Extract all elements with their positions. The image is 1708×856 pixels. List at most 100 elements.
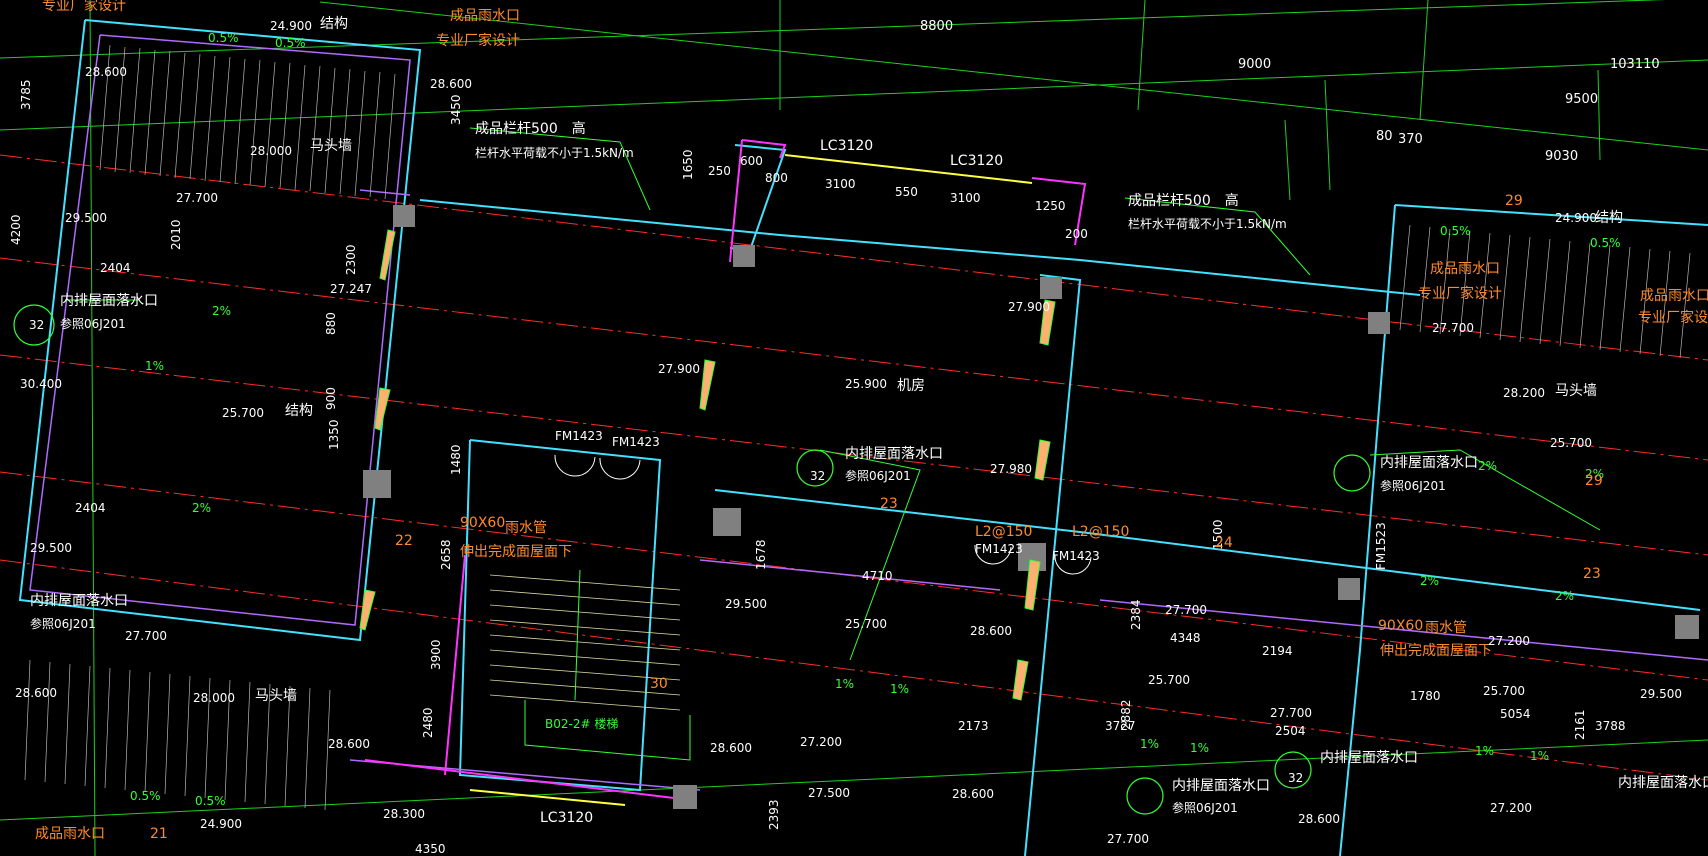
- note-rain-outlet-4: 成品雨水口: [35, 826, 105, 842]
- slope-q: 1%: [1190, 741, 1209, 755]
- slope-h: 0.5%: [1440, 224, 1471, 238]
- note-railing-1: 成品栏杆500 高: [475, 120, 586, 137]
- elev-24900a: 24.900: [270, 19, 312, 33]
- note-vendor-design-1: 专业厂家设计: [42, 0, 126, 14]
- elev-28000a: 28.000: [250, 144, 292, 158]
- axis-grid: [0, 0, 1708, 856]
- callout-number-2: 32: [810, 469, 825, 483]
- slope-r: 1%: [1475, 744, 1494, 758]
- note-ref-2: 参照06J201: [845, 468, 911, 483]
- cad-drawing-canvas[interactable]: 8800 9000 9500 103110 9030 80 370 3785 4…: [0, 0, 1708, 856]
- dim-4348: 4348: [1170, 631, 1201, 645]
- elev-24900c: 24.900: [1555, 211, 1597, 225]
- roof-plan-drawing: 8800 9000 9500 103110 9030 80 370 3785 4…: [0, 0, 1708, 856]
- dim-1650: 1650: [681, 149, 695, 180]
- misc-labels: L2@150 L2@150: [975, 524, 1129, 540]
- note-vendor-design-4: 专业厂家设计: [1638, 309, 1708, 326]
- note-machine-room: 机房: [897, 378, 925, 394]
- note-vendor-design-3: 专业厂家设计: [1418, 285, 1502, 302]
- note-inner-drain-1: 内排屋面落水口: [60, 293, 158, 309]
- dim-2404a: 2404: [100, 261, 131, 275]
- elev-25700c: 25.700: [1148, 673, 1190, 687]
- dim-103110: 103110: [1610, 57, 1660, 72]
- elev-27247: 27.247: [330, 282, 372, 296]
- note-horse-wall-3: 马头墙: [1555, 383, 1597, 399]
- note-structure-2: 结构: [285, 403, 313, 419]
- callout-number-1: 32: [29, 318, 44, 332]
- window-label-lc3120c: LC3120: [540, 810, 593, 826]
- note-ref-5: 参照06J201: [1172, 800, 1238, 815]
- dim-8800: 8800: [920, 19, 953, 34]
- dim-9030: 9030: [1545, 149, 1578, 164]
- note-rain-outlet-2: 成品雨水口: [1430, 261, 1500, 277]
- door-label-fm1423a: FM1423: [555, 429, 603, 443]
- note-railing-load-1: 栏杆水平荷载不小于1.5kN/m: [475, 145, 634, 160]
- elev-28600a: 28.600: [85, 65, 127, 79]
- dim-2173: 2173: [958, 719, 989, 733]
- dim-2010: 2010: [169, 219, 183, 250]
- slope-i: 0.5%: [1590, 236, 1621, 250]
- door-label-fm1523: FM1523: [1374, 522, 1388, 570]
- elev-24900b: 24.900: [200, 817, 242, 831]
- dim-3100a: 3100: [825, 177, 856, 191]
- slope-l: 1%: [835, 677, 854, 691]
- slope-d: 1%: [145, 359, 164, 373]
- note-labels: 专业厂家设计 成品雨水口 专业厂家设计 成品雨水口 专业厂家设计 成品雨水口 专…: [29, 0, 1708, 842]
- slope-f: 0.5%: [130, 789, 161, 803]
- dim-3900: 3900: [429, 639, 443, 670]
- slope-labels: 0.5% 0.5% 2% 1% 2% 0.5% 0.5% 0.5% 0.5% 2…: [130, 31, 1621, 808]
- elev-27500: 27.500: [808, 786, 850, 800]
- slope-c: 2%: [212, 304, 231, 318]
- note-railing-2: 成品栏杆500 高: [1128, 192, 1239, 209]
- dim-3788: 3788: [1595, 719, 1626, 733]
- drain-callouts: [13, 304, 1371, 815]
- elev-27200a: 27.200: [800, 735, 842, 749]
- elev-29500c: 29.500: [725, 597, 767, 611]
- note-railing-load-2: 栏杆水平荷载不小于1.5kN/m: [1128, 216, 1287, 231]
- leader-lines: [65, 127, 1601, 661]
- door-label-fm1423c: FM1423: [975, 542, 1023, 556]
- note-inner-drain-2: 内排屋面落水口: [845, 446, 943, 462]
- window-frames: [364, 139, 1087, 801]
- note-structure-1: 结构: [320, 16, 348, 32]
- dim-2161: 2161: [1573, 709, 1587, 740]
- note-inner-drain-7: 内排屋面落水口: [1618, 775, 1708, 791]
- callout-number-3: 32: [1288, 771, 1303, 785]
- dim-9000: 9000: [1238, 57, 1271, 72]
- note-ref-3: 参照06J201: [1380, 478, 1446, 493]
- window-label-lc3120b: LC3120: [950, 153, 1003, 169]
- elev-27700e: 27.700: [1432, 321, 1474, 335]
- slope-n: 2%: [1420, 574, 1439, 588]
- dim-3450: 3450: [449, 94, 463, 125]
- dim-4200: 4200: [9, 214, 23, 245]
- dim-2504: 2504: [1275, 724, 1306, 738]
- elev-27200c: 27.200: [1490, 801, 1532, 815]
- dim-2658: 2658: [439, 539, 453, 570]
- elev-29500a: 29.500: [65, 211, 107, 225]
- dim-800: 800: [765, 171, 788, 185]
- note-vendor-design-2: 专业厂家设计: [436, 32, 520, 49]
- axis-30: 30: [650, 676, 668, 692]
- rebar-label-a: L2@150: [975, 524, 1032, 540]
- dim-1678: 1678: [754, 539, 768, 570]
- dim-880: 880: [324, 312, 338, 335]
- dim-1480: 1480: [449, 444, 463, 475]
- axis-29a: 29: [1505, 193, 1523, 209]
- note-inner-drain-6: 内排屋面落水口: [1320, 750, 1418, 766]
- dim-370: 370: [1398, 132, 1423, 147]
- dim-80: 80: [1376, 129, 1393, 144]
- dim-2480: 2480: [421, 707, 435, 738]
- dim-3100b: 3100: [950, 191, 981, 205]
- elev-28600f: 28.600: [710, 741, 752, 755]
- dim-2194: 2194: [1262, 644, 1293, 658]
- dim-5054: 5054: [1500, 707, 1531, 721]
- elev-25900: 25.900: [845, 377, 887, 391]
- elev-27900b: 27.900: [1008, 300, 1050, 314]
- elev-30400: 30.400: [20, 377, 62, 391]
- note-rain-pipe-extend-1: 伸出完成面屋面下: [460, 544, 572, 560]
- elev-28000b: 28.000: [193, 691, 235, 705]
- note-inner-drain-4: 内排屋面落水口: [30, 593, 128, 609]
- note-inner-drain-5: 内排屋面落水口: [1172, 778, 1270, 794]
- elev-25700b: 25.700: [845, 617, 887, 631]
- elev-28600e: 28.600: [970, 624, 1012, 638]
